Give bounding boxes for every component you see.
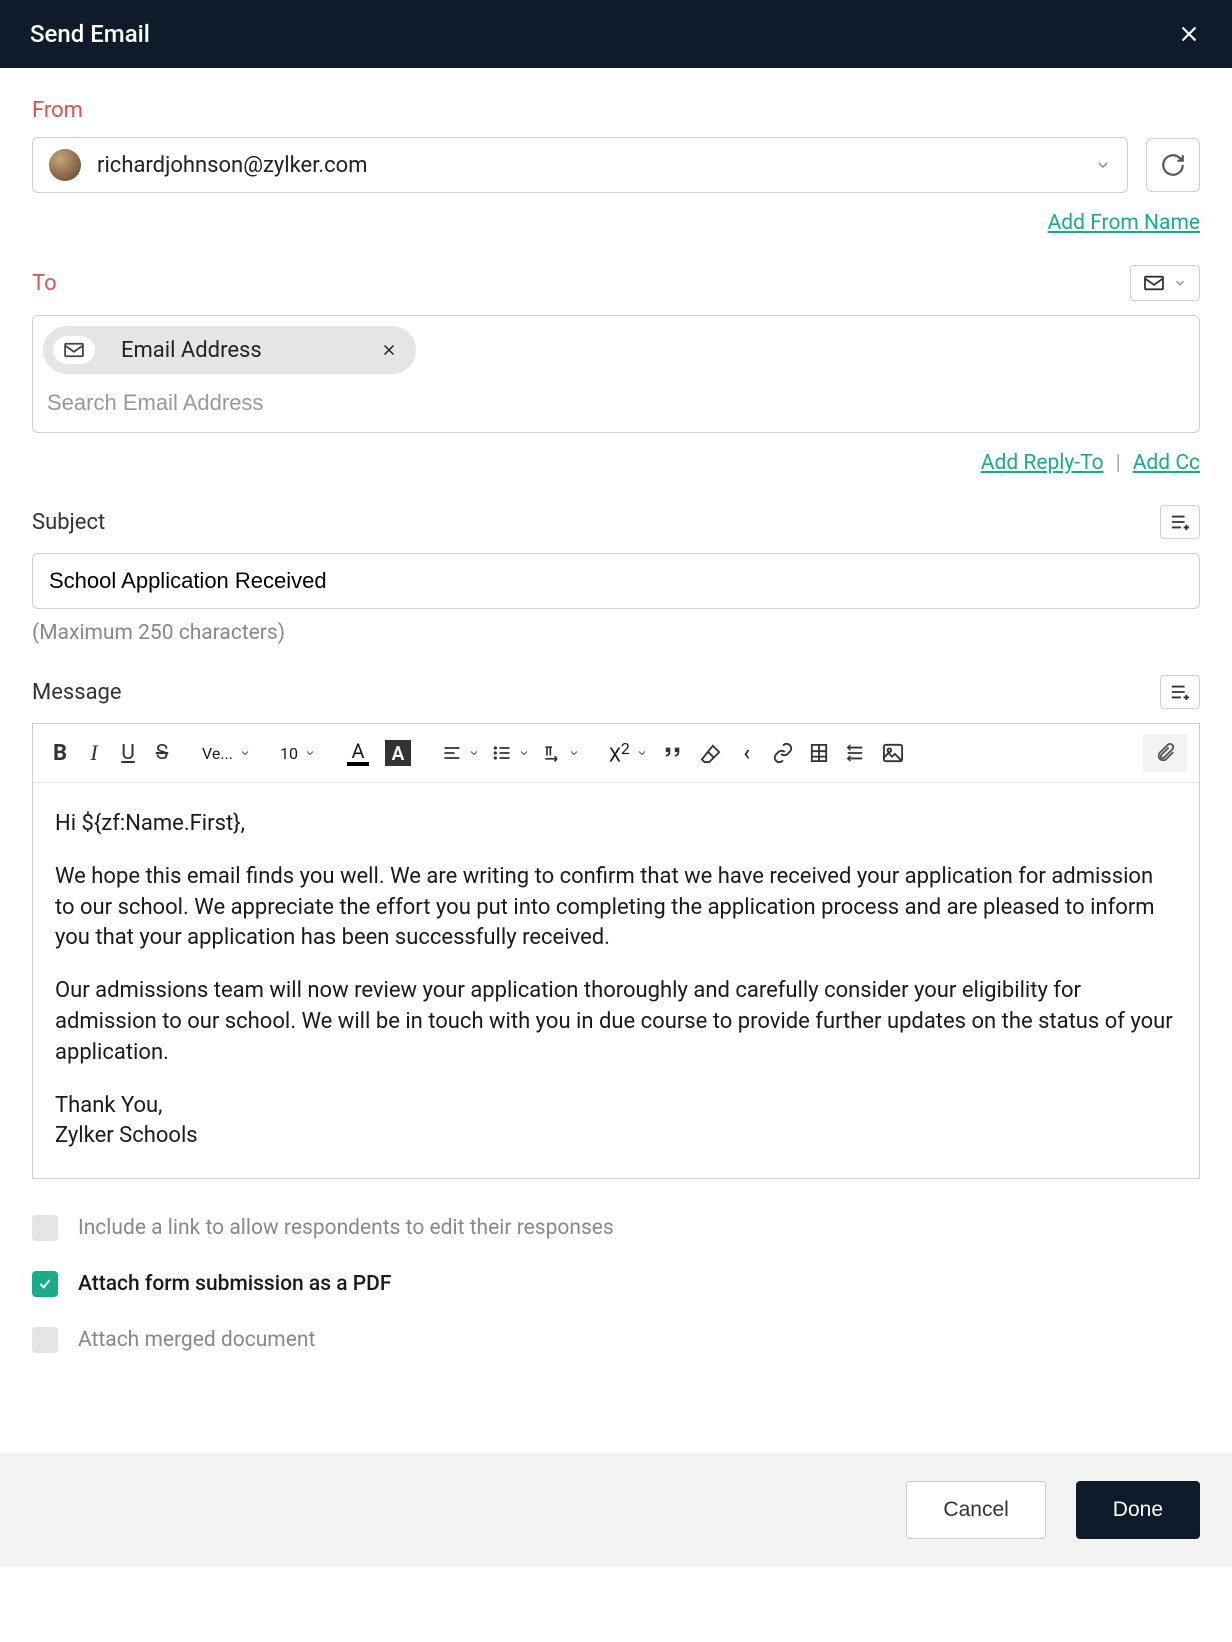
hr-button[interactable] [838,737,872,769]
chevron-down-icon [304,747,316,759]
option-label: Attach merged document [78,1328,315,1352]
option-label: Attach form submission as a PDF [78,1272,391,1296]
italic-button[interactable]: I [79,734,109,772]
body-paragraph: Our admissions team will now review your… [55,976,1177,1068]
subject-section: Subject (Maximum 250 characters) [32,505,1200,645]
attach-pdf-option[interactable]: Attach form submission as a PDF [32,1271,1200,1297]
direction-button[interactable] [538,740,584,766]
font-size-select[interactable]: 10 [276,740,320,767]
subject-label: Subject [32,510,105,535]
body-signature: Zylker Schools [55,1123,198,1148]
attachment-button[interactable] [1143,734,1187,772]
message-label: Message [32,680,122,705]
font-color-button[interactable]: A [341,739,375,768]
checkbox-checked[interactable] [32,1271,58,1297]
envelope-icon [1143,274,1165,292]
clear-format-button[interactable] [694,737,728,769]
include-edit-link-option[interactable]: Include a link to allow respondents to e… [32,1215,1200,1241]
subject-input[interactable] [32,553,1200,609]
quote-icon [662,744,684,762]
link-separator: | [1116,451,1121,475]
chip-label: Email Address [121,338,262,363]
color-bar [347,762,369,766]
body-paragraph: We hope this email finds you well. We ar… [55,862,1177,954]
superscript-button[interactable]: X2 [605,735,652,770]
envelope-icon [53,336,95,364]
from-email-text: richardjohnson@zylker.com [97,153,1095,178]
to-field[interactable]: Email Address [32,315,1200,433]
bold-button[interactable]: B [45,735,75,772]
to-label: To [32,271,57,296]
cancel-button[interactable]: Cancel [906,1481,1045,1539]
from-dropdown[interactable]: richardjohnson@zylker.com [32,137,1128,193]
dialog-header: Send Email [0,0,1232,68]
font-family-value: Ve... [202,744,233,763]
eraser-icon [700,743,722,763]
check-icon [37,1276,53,1292]
checkbox-unchecked[interactable] [32,1215,58,1241]
recipient-chip: Email Address [43,326,416,374]
align-left-icon [442,744,462,762]
chevron-down-icon [1173,276,1187,290]
body-thanks: Thank You, [55,1093,163,1118]
merge-field-icon [1169,512,1191,532]
body-greeting: Hi ${zf:Name.First}, [55,809,1177,840]
avatar [49,149,81,181]
chevron-down-icon [1095,157,1111,173]
from-label: From [32,98,1200,123]
font-size-value: 10 [280,744,298,763]
list-icon [492,744,512,762]
editor-toolbar: B I U S Ve... 10 A [33,724,1199,783]
close-icon [380,341,398,359]
image-icon [882,743,904,763]
code-button[interactable]: ‹ [732,735,762,772]
close-button[interactable] [1176,21,1202,47]
checkbox-unchecked[interactable] [32,1327,58,1353]
from-section: From richardjohnson@zylker.com Add From … [32,98,1200,235]
message-section: Message B I U S Ve... 10 [32,675,1200,1353]
add-from-name-link[interactable]: Add From Name [1048,211,1200,235]
table-icon [810,743,828,763]
to-options-button[interactable] [1130,265,1200,301]
link-button[interactable] [766,736,800,770]
dialog-footer: Cancel Done [0,1453,1232,1567]
insert-merge-field-message-button[interactable] [1160,675,1200,709]
chevron-down-icon [468,747,480,759]
align-button[interactable] [438,740,484,766]
paperclip-icon [1155,742,1175,764]
insert-merge-field-button[interactable] [1160,505,1200,539]
font-family-select[interactable]: Ve... [198,740,255,767]
strikethrough-button[interactable]: S [147,735,177,771]
close-icon [1176,21,1202,47]
chip-remove-button[interactable] [380,341,398,359]
done-button[interactable]: Done [1076,1481,1200,1539]
table-button[interactable] [804,737,834,769]
rich-text-editor: B I U S Ve... 10 A [32,723,1200,1179]
refresh-icon [1160,152,1186,178]
line-spacing-icon [844,743,866,763]
text-direction-icon [542,744,562,762]
add-cc-link[interactable]: Add Cc [1133,451,1200,475]
image-button[interactable] [876,737,910,769]
add-reply-to-link[interactable]: Add Reply-To [981,451,1104,475]
to-search-input[interactable] [43,374,1189,422]
refresh-button[interactable] [1146,138,1200,192]
list-button[interactable] [488,740,534,766]
attach-merged-option[interactable]: Attach merged document [32,1327,1200,1353]
merge-field-icon [1169,682,1191,702]
dialog-title: Send Email [30,20,150,48]
underline-button[interactable]: U [113,735,143,771]
chevron-down-icon [568,747,580,759]
to-section: To Email Address Add Reply-To | Add Cc [32,265,1200,475]
link-icon [772,742,794,764]
option-label: Include a link to allow respondents to e… [78,1216,614,1240]
chevron-down-icon [518,747,530,759]
chevron-down-icon [239,747,251,759]
blockquote-button[interactable] [656,738,690,768]
subject-help-text: (Maximum 250 characters) [32,621,1200,645]
chevron-down-icon [636,747,648,759]
background-color-button[interactable]: A [379,734,417,772]
editor-textarea[interactable]: Hi ${zf:Name.First}, We hope this email … [33,783,1199,1178]
